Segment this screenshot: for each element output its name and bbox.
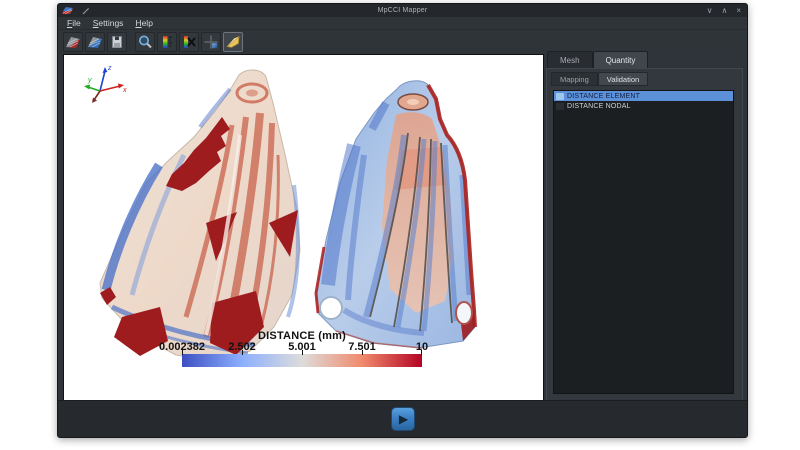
list-item-label: DISTANCE ELEMENT — [567, 93, 640, 100]
list-item-distance-element[interactable]: DISTANCE ELEMENT — [554, 91, 733, 101]
tab-mesh[interactable]: Mesh — [547, 51, 593, 68]
colorbar-remove-icon — [181, 34, 197, 50]
maximize-button[interactable]: ∧ — [721, 4, 727, 17]
source-mesh-view — [100, 70, 300, 361]
side-panel: Mesh Quantity Mapping Validation DISTANC… — [546, 51, 746, 403]
colorbar-icon — [159, 34, 175, 50]
axis-triad: z x y — [84, 65, 127, 103]
transport-bar: ▶ — [58, 400, 747, 437]
tab-quantity[interactable]: Quantity — [593, 51, 649, 68]
quantity-subtabs: Mapping Validation — [551, 72, 648, 86]
legend-ticks: 0.002382 2.502 5.001 7.501 10 — [64, 341, 543, 353]
menu-file[interactable]: File — [61, 17, 87, 30]
subtab-mapping[interactable]: Mapping — [551, 72, 598, 86]
subtab-validation[interactable]: Validation — [598, 72, 648, 86]
quantity-swatch-icon — [556, 103, 564, 110]
colorbar-remove-button[interactable] — [179, 32, 199, 52]
magnifier-icon — [137, 34, 153, 50]
source-mesh-button[interactable] — [63, 32, 83, 52]
list-item-label: DISTANCE NODAL — [567, 103, 631, 110]
title-bar[interactable]: MpCCI Mapper ∨ ∧ × — [58, 4, 747, 17]
viewport-3d[interactable]: z x y DISTANCE (mm) 0.002382 2.502 5.001… — [63, 54, 544, 402]
source-mesh-icon — [65, 34, 81, 50]
legend-colorbar — [182, 354, 422, 367]
window-title: MpCCI Mapper — [58, 7, 747, 14]
axis-y-label: y — [87, 77, 92, 84]
menu-help[interactable]: Help — [129, 17, 158, 30]
quantity-pane: Mapping Validation DISTANCE ELEMENT DIST… — [546, 68, 743, 403]
target-mesh-button[interactable] — [85, 32, 105, 52]
menu-bar: File Settings Help — [58, 17, 747, 30]
zoom-button[interactable] — [135, 32, 155, 52]
colorbar-button[interactable] — [157, 32, 177, 52]
quantity-list: DISTANCE ELEMENT DISTANCE NODAL — [553, 90, 734, 394]
legend-tick: 10 — [416, 341, 428, 353]
axes-cross-button[interactable] — [201, 32, 221, 52]
close-button[interactable]: × — [736, 4, 741, 17]
quantity-swatch-icon — [556, 93, 564, 100]
save-icon — [109, 34, 125, 50]
axes-cross-icon — [203, 34, 219, 50]
target-mesh-view — [316, 81, 475, 348]
clip-cone-button[interactable] — [223, 32, 243, 52]
menu-settings[interactable]: Settings — [87, 17, 130, 30]
play-button[interactable]: ▶ — [391, 407, 415, 431]
save-button[interactable] — [107, 32, 127, 52]
list-item-distance-nodal[interactable]: DISTANCE NODAL — [554, 101, 733, 111]
panel-tabs: Mesh Quantity — [547, 51, 648, 68]
app-window: MpCCI Mapper ∨ ∧ × File Settings Help — [57, 3, 748, 438]
axis-z-label: z — [107, 65, 112, 72]
minimize-button[interactable]: ∨ — [707, 4, 713, 17]
axis-x-label: x — [122, 87, 127, 94]
target-mesh-icon — [87, 34, 103, 50]
clip-cone-icon — [225, 34, 241, 50]
play-icon: ▶ — [399, 413, 408, 425]
